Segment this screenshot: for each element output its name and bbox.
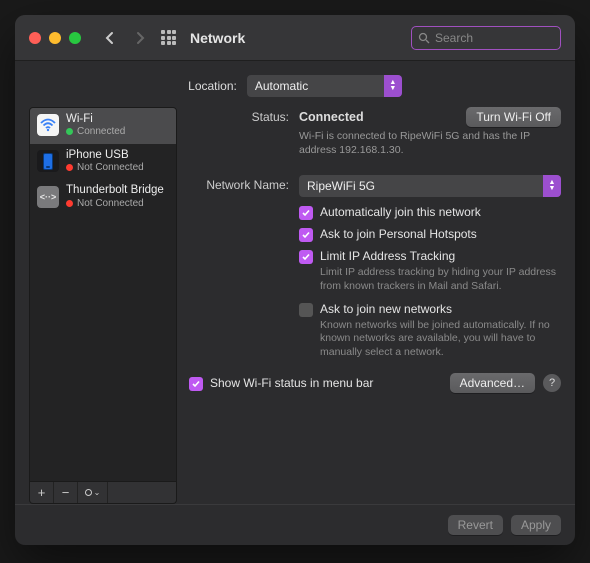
search-placeholder: Search [435, 31, 473, 45]
show-menubar-checkbox[interactable]: Show Wi‑Fi status in menu bar [189, 376, 373, 391]
titlebar: Network Search [15, 15, 575, 61]
apply-button[interactable]: Apply [511, 515, 561, 535]
service-name: iPhone USB [66, 149, 144, 162]
auto-join-checkbox[interactable]: Automatically join this network [299, 205, 561, 220]
revert-button[interactable]: Revert [448, 515, 503, 535]
help-button[interactable]: ? [543, 374, 561, 392]
ask-new-help: Known networks will be joined automatica… [320, 319, 561, 360]
network-name-value: RipeWiFi 5G [307, 179, 375, 193]
service-status: Not Connected [77, 198, 144, 210]
detail-pane: Status: Connected Turn Wi‑Fi Off Wi‑Fi i… [189, 107, 561, 504]
select-arrows-icon: ▲▼ [384, 75, 402, 97]
content-area: Wi‑Fi Connected iPhone USB Not Connected… [15, 107, 575, 504]
checkbox-label: Limit IP Address Tracking [320, 249, 455, 263]
turn-wifi-off-button[interactable]: Turn Wi‑Fi Off [466, 107, 561, 127]
window-controls [29, 32, 81, 44]
limit-ip-checkbox[interactable]: Limit IP Address Tracking [299, 249, 561, 264]
ask-new-checkbox[interactable]: Ask to join new networks [299, 302, 561, 317]
network-name-select[interactable]: RipeWiFi 5G ▲▼ [299, 175, 561, 197]
checkbox-label: Ask to join Personal Hotspots [320, 227, 477, 241]
status-description: Wi‑Fi is connected to RipeWiFi 5G and ha… [299, 130, 559, 157]
status-row: Status: Connected Turn Wi‑Fi Off Wi‑Fi i… [189, 107, 561, 157]
services-list[interactable]: Wi‑Fi Connected iPhone USB Not Connected… [29, 107, 177, 482]
network-name-label: Network Name: [189, 175, 299, 197]
location-row: Location: Automatic ▲▼ [15, 61, 575, 107]
service-item-thunderbolt[interactable]: <··> Thunderbolt Bridge Not Connected [30, 179, 176, 215]
services-actions: + − ⌄ [29, 482, 177, 504]
phone-icon [37, 150, 59, 172]
thunderbolt-icon: <··> [37, 186, 59, 208]
network-name-row: Network Name: RipeWiFi 5G ▲▼ [189, 175, 561, 197]
select-arrows-icon: ▲▼ [543, 175, 561, 197]
status-dot-icon [66, 128, 73, 135]
network-preferences-window: Network Search Location: Automatic ▲▼ Wi… [15, 15, 575, 545]
search-icon [418, 32, 430, 44]
ask-hotspot-checkbox[interactable]: Ask to join Personal Hotspots [299, 227, 561, 242]
services-sidebar: Wi‑Fi Connected iPhone USB Not Connected… [29, 107, 177, 504]
show-all-icon[interactable] [161, 30, 176, 45]
zoom-button[interactable] [69, 32, 81, 44]
location-select[interactable]: Automatic ▲▼ [247, 75, 402, 97]
advanced-button[interactable]: Advanced… [450, 373, 535, 393]
service-item-iphone-usb[interactable]: iPhone USB Not Connected [30, 144, 176, 180]
detail-bottom-row: Show Wi‑Fi status in menu bar Advanced… … [189, 373, 561, 393]
close-button[interactable] [29, 32, 41, 44]
checkbox-label: Ask to join new networks [320, 302, 452, 316]
limit-ip-help: Limit IP address tracking by hiding your… [320, 266, 561, 293]
footer: Revert Apply [15, 504, 575, 545]
wifi-icon [37, 114, 59, 136]
forward-button[interactable] [129, 27, 151, 49]
checkbox-icon [299, 303, 313, 317]
status-dot-icon [66, 200, 73, 207]
location-label: Location: [188, 79, 237, 93]
checkbox-label: Automatically join this network [320, 205, 481, 219]
service-name: Wi‑Fi [66, 113, 125, 126]
checkbox-icon [189, 377, 203, 391]
checkbox-icon [299, 250, 313, 264]
window-title: Network [190, 30, 245, 46]
search-input[interactable]: Search [411, 26, 561, 50]
checkbox-icon [299, 206, 313, 220]
add-service-button[interactable]: + [30, 482, 54, 503]
service-status: Connected [77, 126, 125, 138]
service-name: Thunderbolt Bridge [66, 184, 164, 197]
service-options-button[interactable]: ⌄ [78, 482, 108, 503]
back-button[interactable] [99, 27, 121, 49]
status-value: Connected [299, 110, 364, 124]
status-dot-icon [66, 164, 73, 171]
service-status: Not Connected [77, 162, 144, 174]
status-label: Status: [189, 107, 299, 157]
checkbox-label: Show Wi‑Fi status in menu bar [210, 376, 373, 390]
location-value: Automatic [255, 79, 308, 93]
checkbox-icon [299, 228, 313, 242]
service-item-wifi[interactable]: Wi‑Fi Connected [30, 108, 176, 144]
remove-service-button[interactable]: − [54, 482, 78, 503]
minimize-button[interactable] [49, 32, 61, 44]
